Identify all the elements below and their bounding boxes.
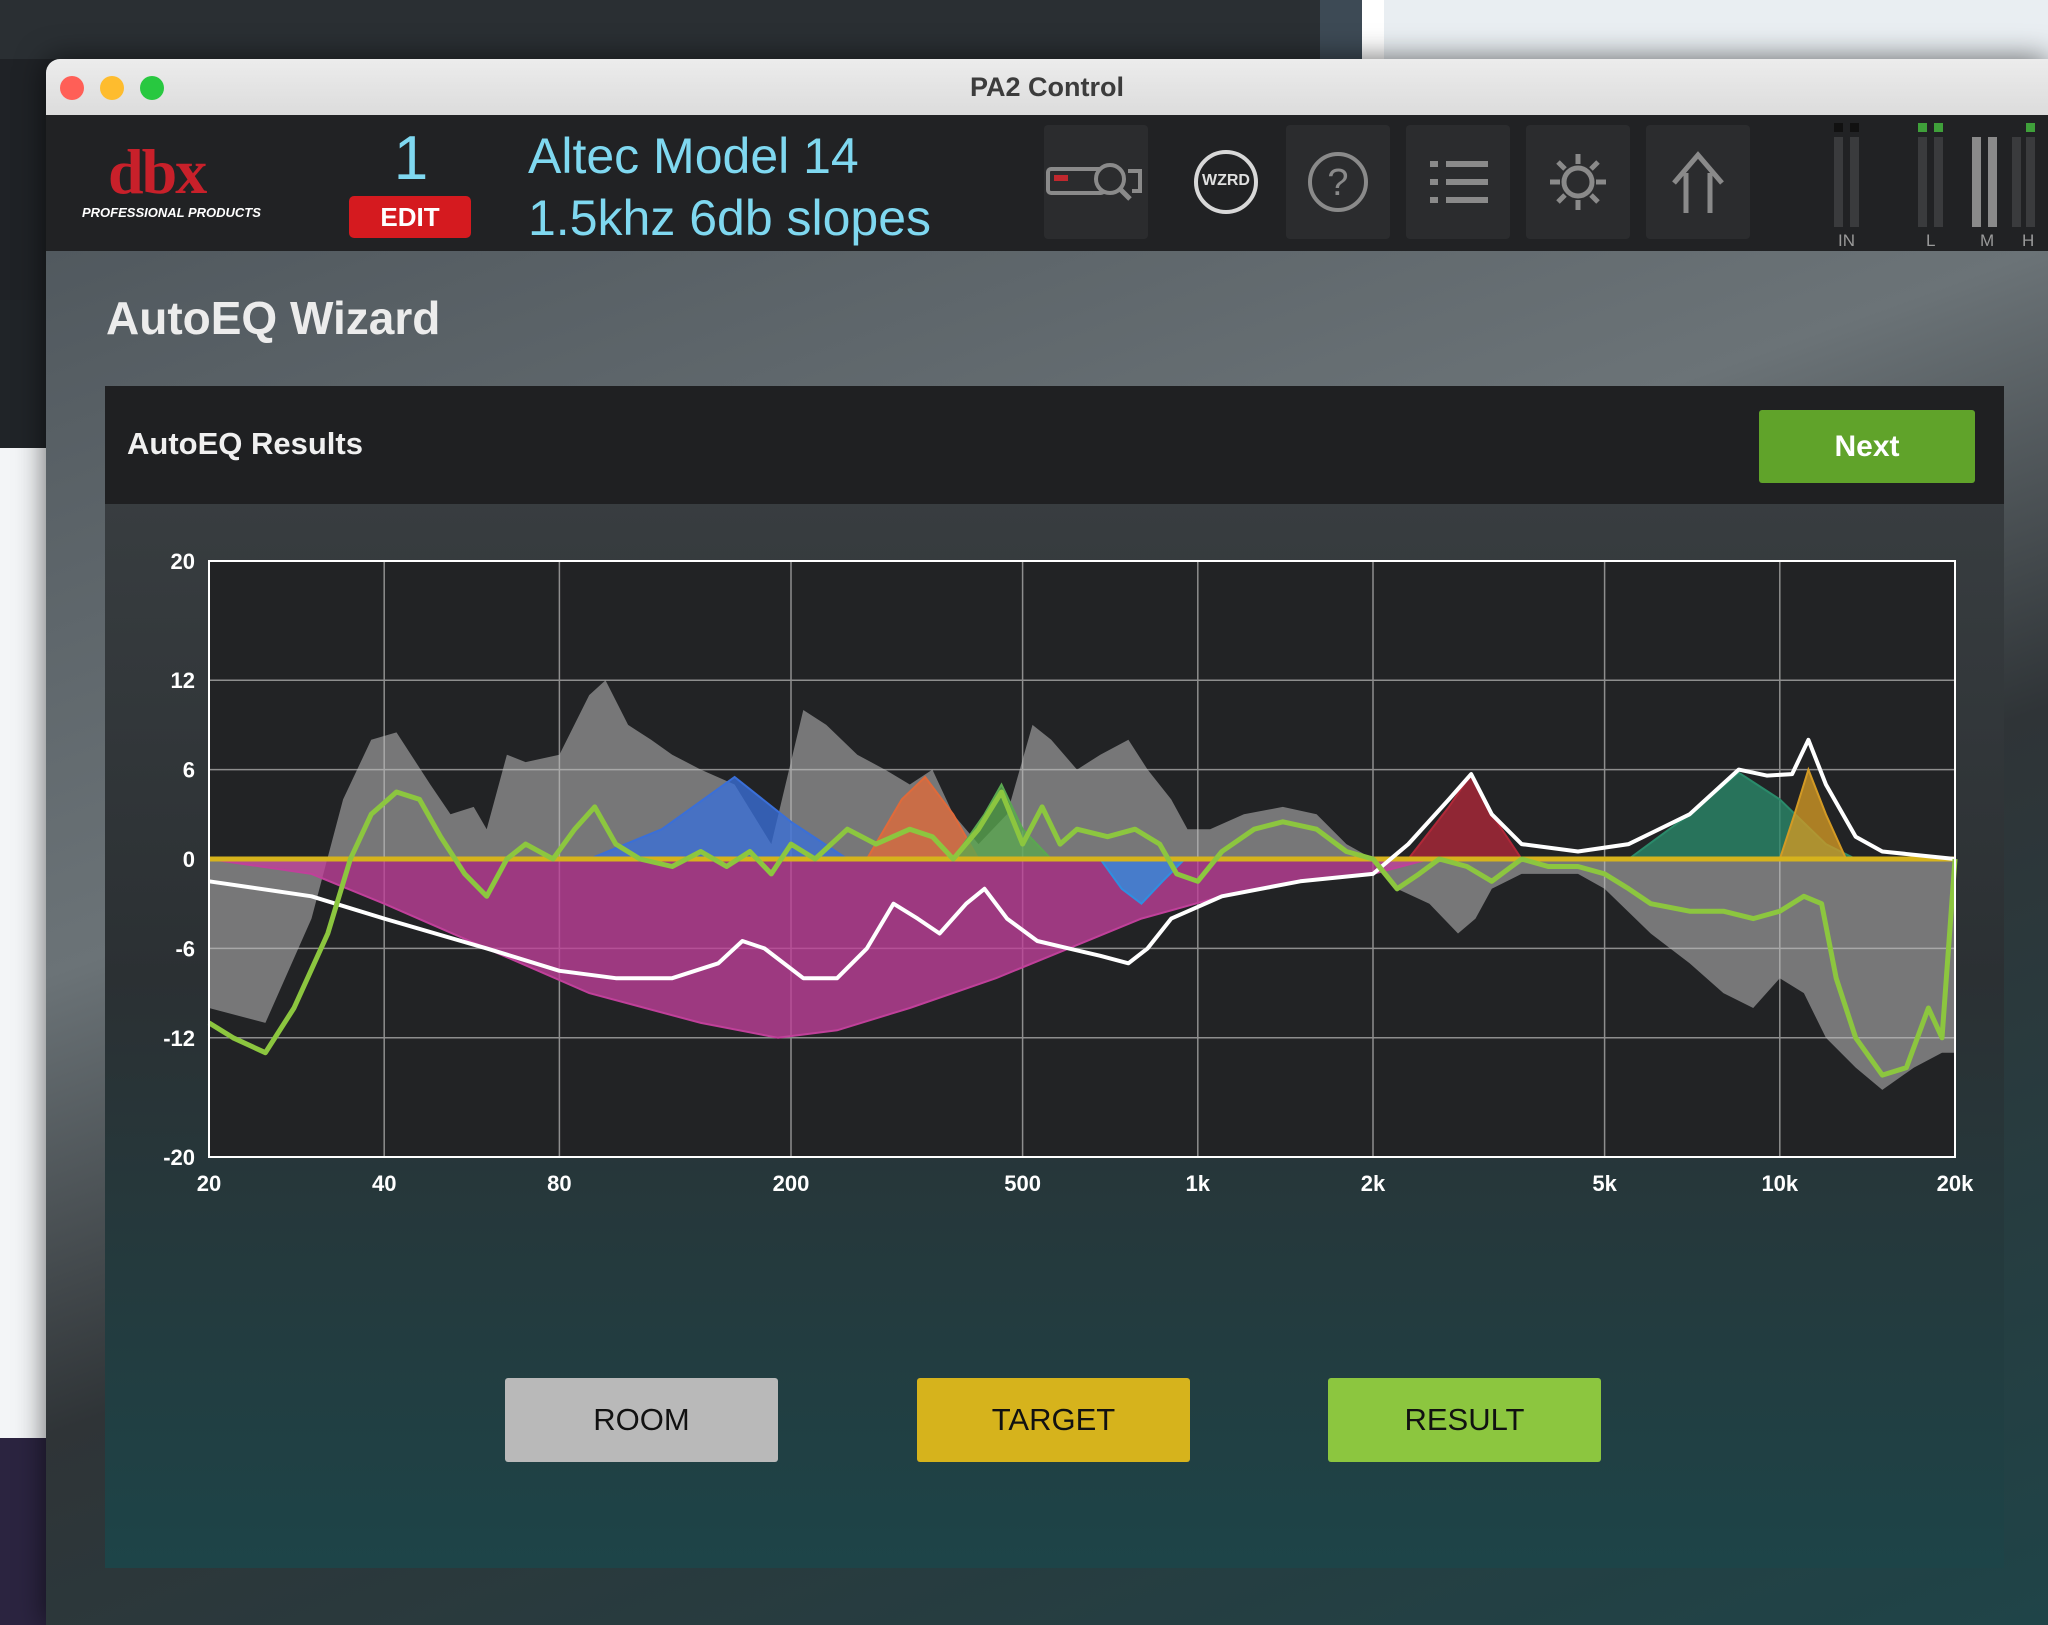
x-tick-label: 40 bbox=[372, 1171, 396, 1196]
x-tick-label: 200 bbox=[773, 1171, 810, 1196]
y-tick-label: 20 bbox=[171, 549, 195, 574]
x-tick-label: 2k bbox=[1361, 1171, 1386, 1196]
y-tick-label: 6 bbox=[183, 758, 195, 783]
x-tick-label: 5k bbox=[1592, 1171, 1617, 1196]
room-button[interactable]: ROOM bbox=[505, 1378, 778, 1462]
app-window: PA2 Control dbx PROFESSIONAL PRODUCTS 1 … bbox=[46, 59, 2048, 1625]
x-tick-label: 10k bbox=[1761, 1171, 1798, 1196]
result-button[interactable]: RESULT bbox=[1328, 1378, 1601, 1462]
y-tick-label: -6 bbox=[175, 936, 195, 961]
y-tick-label: 0 bbox=[183, 847, 195, 872]
target-button[interactable]: TARGET bbox=[917, 1378, 1190, 1462]
y-tick-label: 12 bbox=[171, 668, 195, 693]
x-tick-label: 20k bbox=[1937, 1171, 1974, 1196]
x-tick-label: 20 bbox=[197, 1171, 221, 1196]
x-tick-label: 1k bbox=[1186, 1171, 1211, 1196]
x-tick-label: 500 bbox=[1004, 1171, 1041, 1196]
y-tick-label: -12 bbox=[163, 1026, 195, 1051]
x-tick-label: 80 bbox=[547, 1171, 571, 1196]
y-tick-label: -20 bbox=[163, 1145, 195, 1170]
